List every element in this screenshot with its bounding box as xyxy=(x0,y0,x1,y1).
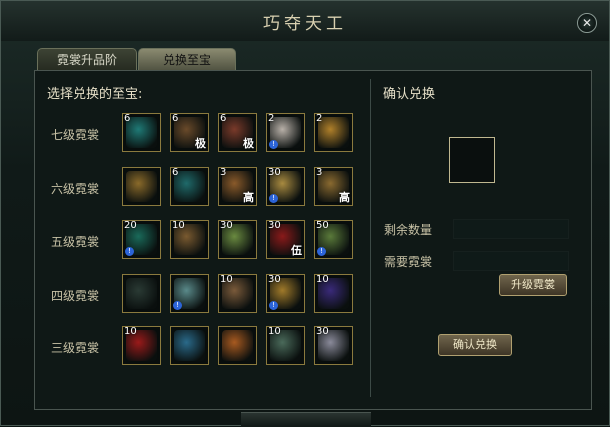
info-icon: ! xyxy=(269,140,278,149)
turtle-shell-icon xyxy=(126,171,157,202)
title-bar[interactable]: 巧夺天工 ✕ xyxy=(1,1,609,41)
treasure-slot[interactable] xyxy=(122,274,161,313)
item-count: 10 xyxy=(268,326,281,337)
info-icon: ! xyxy=(125,247,134,256)
treasure-slot[interactable]: 20! xyxy=(122,220,161,259)
item-count: 10 xyxy=(124,326,137,337)
info-icon: ! xyxy=(317,247,326,256)
treasure-slot[interactable]: 2 xyxy=(314,113,353,152)
item-grade-badge: 高 xyxy=(339,191,350,204)
item-count: 10 xyxy=(220,274,233,285)
bottom-ornament xyxy=(241,412,371,427)
info-icon: ! xyxy=(173,301,182,310)
remaining-quantity-value xyxy=(453,219,569,239)
exchange-window: 巧夺天工 ✕ 霓裳升品阶 兑换至宝 选择兑换的至宝: 确认兑换 七级霓裳 6 6 极 6… xyxy=(0,0,610,427)
item-count: 6 xyxy=(172,167,179,178)
tab-exchange-treasure[interactable]: 兑换至宝 xyxy=(138,48,236,71)
item-grade-badge: 高 xyxy=(243,191,254,204)
info-icon: ! xyxy=(269,301,278,310)
treasure-slot[interactable] xyxy=(122,167,161,206)
treasure-slot[interactable]: 30 xyxy=(218,220,257,259)
item-grade-badge: 极 xyxy=(243,137,254,150)
treasure-slot[interactable]: 3高 xyxy=(218,167,257,206)
treasure-slot[interactable]: 3高 xyxy=(314,167,353,206)
panel-divider xyxy=(370,79,371,397)
treasure-slot[interactable]: 50! xyxy=(314,220,353,259)
item-count: 6 xyxy=(220,113,227,124)
treasure-slot[interactable]: 6 xyxy=(122,113,161,152)
item-count: 30 xyxy=(316,326,329,337)
selected-treasure-preview xyxy=(449,137,495,183)
item-count: 30 xyxy=(268,220,281,231)
treasure-slot[interactable]: 30! xyxy=(266,167,305,206)
item-count: 50 xyxy=(316,220,329,231)
flame-swirl-icon xyxy=(222,330,253,361)
treasure-slot[interactable]: 6极 xyxy=(218,113,257,152)
item-count: 6 xyxy=(124,113,131,124)
treasure-slot[interactable]: 10 xyxy=(170,220,209,259)
item-count: 3 xyxy=(316,167,323,178)
select-treasure-heading: 选择兑换的至宝: xyxy=(47,87,143,102)
item-count: 30 xyxy=(268,274,281,285)
item-count: 6 xyxy=(172,113,179,124)
item-count: 2 xyxy=(316,113,323,124)
treasure-slot[interactable]: 10 xyxy=(122,326,161,365)
teal-vase-icon xyxy=(126,117,157,148)
row-label: 四级霓裳 xyxy=(51,289,100,303)
treasure-slot[interactable]: 10 xyxy=(314,274,353,313)
treasure-slot[interactable]: 30 xyxy=(314,326,353,365)
row-label: 三级霓裳 xyxy=(51,341,100,355)
item-grade-badge: 伍 xyxy=(291,244,302,257)
row-label: 五级霓裳 xyxy=(51,235,100,249)
item-count: 10 xyxy=(316,274,329,285)
treasure-slot[interactable]: 6 xyxy=(170,167,209,206)
required-costume-value xyxy=(453,251,569,271)
window-title: 巧夺天工 xyxy=(263,14,347,34)
treasure-slot[interactable] xyxy=(218,326,257,365)
treasure-slot[interactable]: ! xyxy=(170,274,209,313)
treasure-slot[interactable]: 10 xyxy=(218,274,257,313)
tab-upgrade-costume[interactable]: 霓裳升品阶 xyxy=(37,48,137,71)
upgrade-costume-button[interactable]: 升级霓裳 xyxy=(499,274,567,296)
row-label: 七级霓裳 xyxy=(51,128,100,142)
row-label: 六级霓裳 xyxy=(51,182,100,196)
dark-stone-icon xyxy=(126,278,157,309)
remaining-quantity-label: 剩余数量 xyxy=(384,223,433,237)
treasure-slot[interactable] xyxy=(170,326,209,365)
confirm-exchange-heading: 确认兑换 xyxy=(383,87,436,102)
treasure-slot[interactable]: 30 伍 xyxy=(266,220,305,259)
treasure-slot[interactable]: 6极 xyxy=(170,113,209,152)
treasure-slot[interactable]: 2! xyxy=(266,113,305,152)
golden-scroll-icon xyxy=(318,117,349,148)
info-icon: ! xyxy=(269,194,278,203)
item-count: 20 xyxy=(124,220,137,231)
close-icon[interactable]: ✕ xyxy=(577,13,597,33)
globe-icon xyxy=(174,330,205,361)
treasure-slot[interactable]: 10 xyxy=(266,326,305,365)
item-count: 30 xyxy=(268,167,281,178)
item-count: 2 xyxy=(268,113,275,124)
treasure-slot[interactable]: 30! xyxy=(266,274,305,313)
item-count: 30 xyxy=(220,220,233,231)
confirm-exchange-button[interactable]: 确认兑换 xyxy=(438,334,512,356)
item-count: 10 xyxy=(172,220,185,231)
teal-vase-icon xyxy=(174,171,205,202)
item-grade-badge: 极 xyxy=(195,137,206,150)
item-count: 3 xyxy=(220,167,227,178)
required-costume-label: 需要霓裳 xyxy=(384,255,433,269)
